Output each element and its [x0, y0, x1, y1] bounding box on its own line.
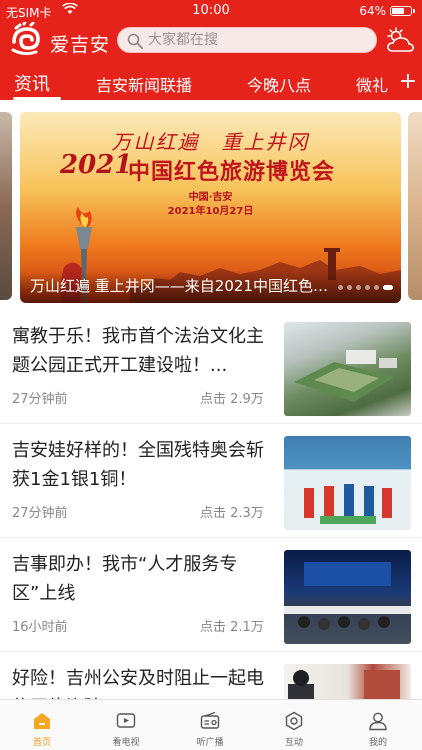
nav-radio[interactable]: 听广播 — [168, 700, 252, 750]
carousel-dot[interactable] — [365, 285, 370, 290]
search-input[interactable] — [148, 28, 368, 52]
nav-label: 我的 — [368, 738, 387, 748]
news-item[interactable]: 吉事即办！我市“人才服务专区”上线 16小时前 点击 2.1万 — [0, 538, 422, 652]
app-header: 无SIM卡 10:00 64% 爱吉安 资讯 吉安新闻联播 今晚八点 微礼 + — [0, 0, 422, 100]
news-thumbnail — [284, 436, 411, 530]
channel-tabs: 资讯 吉安新闻联播 今晚八点 微礼 — [0, 64, 400, 100]
battery-percent: 64% — [359, 4, 386, 18]
tv-icon — [116, 713, 136, 728]
banner-location: 中国·吉安 — [188, 192, 233, 203]
news-headline: 吉安娃好样的！全国残特奥会斩获1金1银1铜！ — [12, 440, 264, 490]
search-bar[interactable] — [117, 27, 377, 53]
carousel-dot[interactable] — [347, 285, 352, 290]
news-time: 27分钟前 — [12, 506, 68, 521]
tab-micro[interactable]: 微礼 — [356, 72, 388, 96]
search-icon — [127, 33, 143, 49]
nav-label: 听广播 — [196, 738, 224, 748]
carousel-indicator — [338, 285, 393, 290]
nav-label: 首页 — [32, 738, 51, 748]
nav-interact[interactable]: 互动 — [252, 700, 336, 750]
app-name: 爱吉安 — [50, 34, 111, 56]
next-banner-peek[interactable] — [408, 112, 422, 300]
banner-slide[interactable]: 万山红遍 重上井冈 2021 中国红色旅游博览会 中国·吉安 2021年10月2… — [20, 112, 401, 303]
nav-tv[interactable]: 看电视 — [84, 700, 168, 750]
radio-icon — [200, 711, 220, 729]
tab-tonight-eight[interactable]: 今晚八点 — [247, 72, 311, 96]
nav-label: 看电视 — [112, 738, 140, 748]
carousel-dot[interactable] — [374, 285, 379, 290]
nav-home[interactable]: 首页 — [0, 700, 84, 750]
news-time: 16小时前 — [12, 620, 68, 635]
previous-banner-peek[interactable] — [0, 112, 12, 300]
news-click-count: 点击 2.9万 — [200, 392, 264, 407]
battery-icon — [390, 6, 415, 16]
profile-icon — [369, 712, 387, 731]
news-headline: 吉事即办！我市“人才服务专区”上线 — [12, 554, 238, 604]
news-click-count: 点击 2.3万 — [200, 506, 264, 521]
news-headline: 寓教于乐！我市首个法治文化主题公园正式开工建设啦！... — [12, 326, 264, 376]
bottom-nav: 首页 看电视 听广播 互动 我的 — [0, 699, 422, 750]
carousel-dot[interactable] — [383, 285, 393, 290]
interact-icon — [285, 711, 303, 731]
news-time: 27分钟前 — [12, 392, 68, 407]
banner-title: 中国红色旅游博览会 — [128, 160, 336, 185]
banner-year: 2021 — [60, 150, 133, 180]
app-logo-icon — [11, 22, 40, 56]
banner-carousel[interactable]: 万山红遍 重上井冈 2021 中国红色旅游博览会 中国·吉安 2021年10月2… — [0, 100, 422, 310]
add-channel-button[interactable]: + — [394, 64, 422, 100]
home-icon — [34, 713, 50, 729]
news-click-count: 点击 2.1万 — [200, 620, 264, 635]
status-bar: 无SIM卡 10:00 64% — [0, 0, 422, 22]
tab-jian-news-broadcast[interactable]: 吉安新闻联播 — [96, 72, 192, 96]
news-item[interactable]: 寓教于乐！我市首个法治文化主题公园正式开工建设啦！... 27分钟前 点击 2.… — [0, 310, 422, 424]
carousel-dot[interactable] — [338, 285, 343, 290]
tab-news[interactable]: 资讯 — [14, 70, 50, 96]
news-item[interactable]: 好险！吉州公安及时阻止一起电信网络诈骗 — [0, 652, 422, 750]
nav-label: 互动 — [284, 738, 303, 748]
nav-profile[interactable]: 我的 — [336, 700, 420, 750]
banner-caption: 万山红遍 重上井冈——来自2021中国红色旅游博览会 — [30, 277, 330, 295]
news-thumbnail — [284, 550, 411, 644]
news-thumbnail — [284, 322, 411, 416]
carousel-dot[interactable] — [356, 285, 361, 290]
weather-icon[interactable] — [385, 27, 415, 55]
news-item[interactable]: 吉安娃好样的！全国残特奥会斩获1金1银1铜！ 27分钟前 点击 2.3万 — [0, 424, 422, 538]
